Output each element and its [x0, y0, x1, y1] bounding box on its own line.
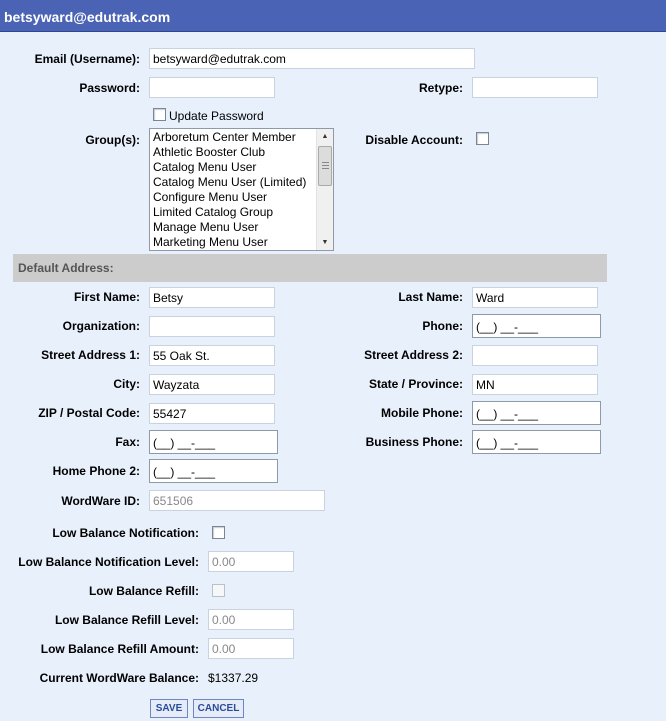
cancel-button[interactable]: CANCEL	[193, 699, 244, 718]
group-option[interactable]: Arboretum Center Member	[153, 130, 315, 145]
street1-label: Street Address 1:	[41, 348, 140, 362]
group-option[interactable]: Manage Menu User	[153, 220, 315, 235]
last-name-input[interactable]: Ward	[472, 287, 598, 308]
current-balance-label: Current WordWare Balance:	[39, 671, 199, 685]
street2-input[interactable]	[472, 345, 598, 366]
low-balance-refill-amount-label: Low Balance Refill Amount:	[40, 642, 199, 656]
organization-input[interactable]	[149, 316, 275, 337]
retype-input[interactable]	[472, 77, 598, 98]
group-option[interactable]: Athletic Booster Club	[153, 145, 315, 160]
zip-label: ZIP / Postal Code:	[38, 406, 140, 420]
scroll-up-arrow-icon[interactable]: ▲	[317, 129, 333, 144]
grip-icon	[322, 162, 329, 169]
groups-scrollbar[interactable]: ▲ ▼	[316, 129, 333, 250]
wordware-id-input: 651506	[149, 490, 325, 511]
home-phone2-input[interactable]: (__) __-___	[149, 459, 278, 483]
business-phone-label: Business Phone:	[365, 435, 463, 449]
low-balance-refill-level-label: Low Balance Refill Level:	[54, 613, 199, 627]
save-button[interactable]: SAVE	[150, 699, 188, 718]
group-option[interactable]: Catalog Menu User	[153, 160, 315, 175]
last-name-label: Last Name:	[398, 290, 463, 304]
disable-account-checkbox[interactable]	[476, 132, 489, 145]
low-balance-refill-checkbox[interactable]	[212, 584, 225, 597]
email-input[interactable]: betsyward@edutrak.com	[149, 48, 475, 69]
phone-input[interactable]: (__) __-___	[472, 314, 601, 338]
disable-account-label: Disable Account:	[365, 133, 463, 147]
update-password-checkbox[interactable]	[153, 108, 166, 121]
mobile-phone-input[interactable]: (__) __-___	[472, 401, 601, 425]
group-option[interactable]: Marketing Menu User	[153, 235, 315, 250]
low-balance-refill-amount-input[interactable]: 0.00	[208, 638, 294, 659]
scroll-thumb[interactable]	[318, 146, 332, 186]
low-balance-notification-level-input[interactable]: 0.00	[208, 551, 294, 572]
group-option[interactable]: Limited Catalog Group	[153, 205, 315, 220]
current-balance-value: $1337.29	[208, 671, 259, 685]
fax-input[interactable]: (__) __-___	[149, 430, 278, 454]
home-phone2-label: Home Phone 2:	[52, 464, 140, 478]
group-option[interactable]: Configure Menu User	[153, 190, 315, 205]
scroll-down-arrow-icon[interactable]: ▼	[317, 235, 333, 250]
street1-input[interactable]: 55 Oak St.	[149, 345, 275, 366]
password-input[interactable]	[149, 77, 275, 98]
low-balance-notification-label: Low Balance Notification:	[52, 526, 199, 540]
email-label: Email (Username):	[34, 52, 140, 66]
update-password-label: Update Password	[169, 109, 264, 123]
business-phone-input[interactable]: (__) __-___	[472, 430, 601, 454]
default-address-section-header: Default Address:	[13, 254, 607, 282]
groups-label: Group(s):	[85, 133, 140, 147]
low-balance-refill-level-input[interactable]: 0.00	[208, 609, 294, 630]
organization-label: Organization:	[62, 319, 140, 333]
street2-label: Street Address 2:	[364, 348, 463, 362]
state-label: State / Province:	[368, 377, 463, 391]
groups-listbox[interactable]: Arboretum Center Member Athletic Booster…	[149, 128, 334, 251]
phone-label: Phone:	[422, 319, 463, 333]
first-name-input[interactable]: Betsy	[149, 287, 275, 308]
city-label: City:	[113, 377, 140, 391]
low-balance-notification-checkbox[interactable]	[212, 526, 225, 539]
low-balance-notification-level-label: Low Balance Notification Level:	[18, 555, 199, 569]
fax-label: Fax:	[115, 435, 140, 449]
zip-input[interactable]: 55427	[149, 403, 275, 424]
state-input[interactable]: MN	[472, 374, 598, 395]
group-option[interactable]: Catalog Menu User (Limited)	[153, 175, 315, 190]
page-title: betsyward@edutrak.com	[0, 0, 666, 32]
city-input[interactable]: Wayzata	[149, 374, 275, 395]
first-name-label: First Name:	[73, 290, 140, 304]
wordware-id-label: WordWare ID:	[61, 494, 140, 508]
low-balance-refill-label: Low Balance Refill:	[88, 584, 199, 598]
password-label: Password:	[79, 81, 140, 95]
retype-label: Retype:	[418, 81, 463, 95]
mobile-phone-label: Mobile Phone:	[381, 406, 463, 420]
